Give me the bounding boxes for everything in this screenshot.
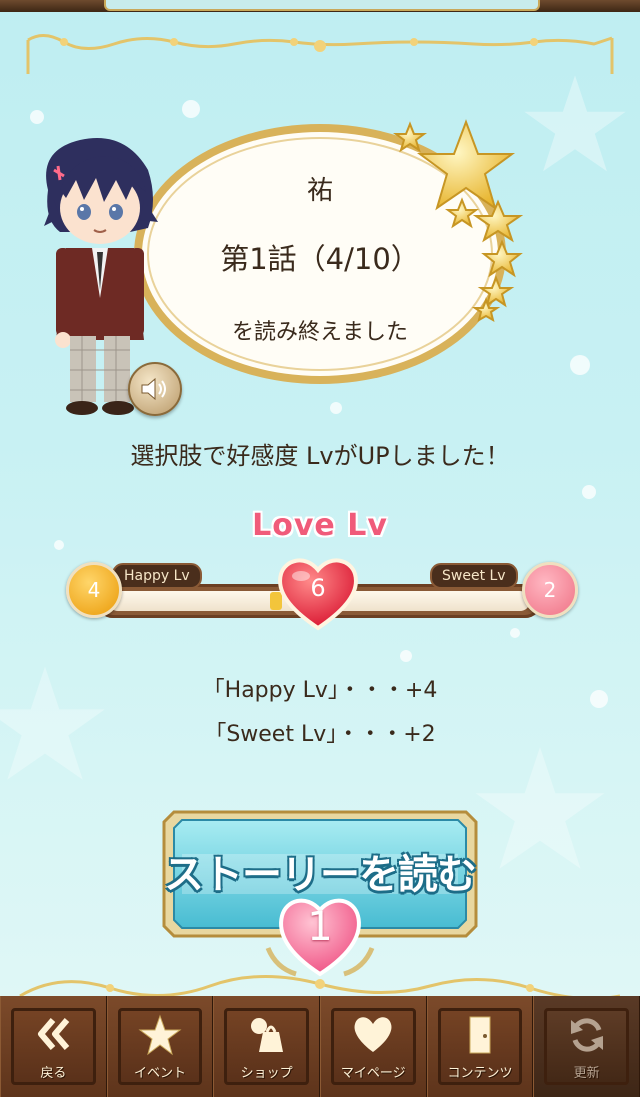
tab-shop[interactable]: ショップ [213,996,320,1097]
gold-stars-decoration [393,119,524,323]
character-name: 祐 [306,176,333,206]
top-frame [0,0,640,12]
happy-lv-tag: Happy Lv [112,563,202,589]
sparkle [182,100,200,118]
tab-event[interactable]: イベント [106,996,214,1097]
tab-label: イベント [133,1066,186,1081]
bottom-tab-bar: 戻る イベント ショップ マイページ コンテンツ 更新 [0,996,640,1097]
sweet-bonus-line: 「Sweet Lv」・・・+2 [204,722,436,747]
sparkle [30,110,44,124]
tab-contents[interactable]: コンテンツ [426,996,534,1097]
heart-icon [354,1017,392,1052]
chapter-progress: 第1話（4/10） [220,242,420,276]
love-level-number: 6 [310,574,326,602]
background-star [524,75,626,172]
tab-back[interactable]: 戻る [0,996,107,1097]
door-icon [469,1016,491,1054]
tab-refresh[interactable]: 更新 [533,996,640,1097]
tab-label: マイページ [340,1066,406,1081]
level-up-message: 選択肢で好感度 LvがUPしました！ [130,442,510,470]
sparkle [582,485,596,499]
sparkle [570,355,590,375]
sparkle [510,628,520,638]
speaker-icon [141,377,166,401]
happy-lv-value: 4 [66,562,122,618]
bottom-ornament [19,974,621,998]
happy-bonus-line: 「Happy Lv」・・・+4 [202,678,438,703]
star-icon [138,1014,182,1056]
tab-label: コンテンツ [447,1066,513,1081]
sparkle [400,650,412,662]
refresh-icon [570,1018,603,1052]
voice-play-button[interactable] [128,362,182,416]
tab-label: ショップ [240,1066,293,1081]
story-ticket-count: 1 [307,904,333,950]
tab-label: 戻る [40,1066,67,1081]
sweet-lv-value: 2 [522,562,578,618]
shop-bag-icon [250,1018,283,1052]
double-chevron-left-icon [38,1018,70,1050]
tab-label: 更新 [573,1066,600,1081]
sparkle [330,402,342,414]
background-star [475,747,605,869]
tab-mypage[interactable]: マイページ [319,996,427,1097]
love-level-title: Love Lv [252,508,388,543]
sweet-lv-tag: Sweet Lv [430,563,518,589]
finished-text: を読み終えました [231,320,408,345]
